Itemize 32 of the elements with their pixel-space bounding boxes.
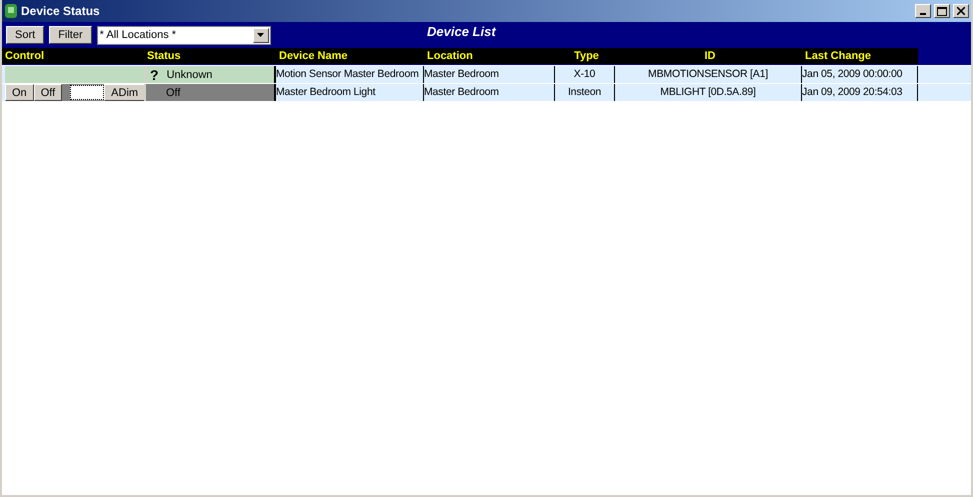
table-cell: Master Bedroom (424, 84, 555, 101)
column-header: Device Name (276, 48, 424, 64)
off-button[interactable]: Off (34, 84, 62, 101)
status-text: Off (165, 86, 180, 98)
maximize-button[interactable] (934, 4, 950, 18)
column-header: Control (2, 48, 144, 64)
table-cell: Jan 05, 2009 00:00:00 (802, 66, 918, 83)
minimize-button[interactable] (915, 4, 931, 18)
status-text: Unknown (166, 68, 212, 80)
location-select[interactable]: * All Locations * (96, 26, 271, 44)
window-title: Device Status (21, 4, 101, 18)
column-header: ID (615, 48, 802, 64)
toolbar-button[interactable]: Filter (49, 26, 92, 44)
on-button[interactable]: On (5, 84, 34, 101)
close-icon (957, 7, 965, 15)
table-cell: Motion Sensor Master Bedroom (276, 66, 424, 83)
column-header: Status (144, 48, 276, 64)
app-icon (4, 3, 18, 19)
close-button[interactable] (953, 4, 969, 18)
column-header: Last Change (802, 48, 918, 64)
list-heading: Device List (427, 24, 496, 39)
toolbar-button[interactable]: Sort (6, 26, 44, 44)
table-cell: Master Bedroom (424, 66, 555, 83)
table-cell: Jan 09, 2009 20:54:03 (802, 84, 918, 101)
adim-button[interactable]: ADim (104, 84, 146, 101)
column-header: Location (424, 48, 555, 64)
question-icon: ? (150, 66, 159, 82)
dim-level-field[interactable] (70, 85, 104, 100)
maximize-icon (937, 6, 947, 16)
table-cell: Master Bedroom Light (276, 84, 424, 101)
dropdown-arrow-icon (257, 33, 264, 37)
column-header: Type (555, 48, 615, 64)
